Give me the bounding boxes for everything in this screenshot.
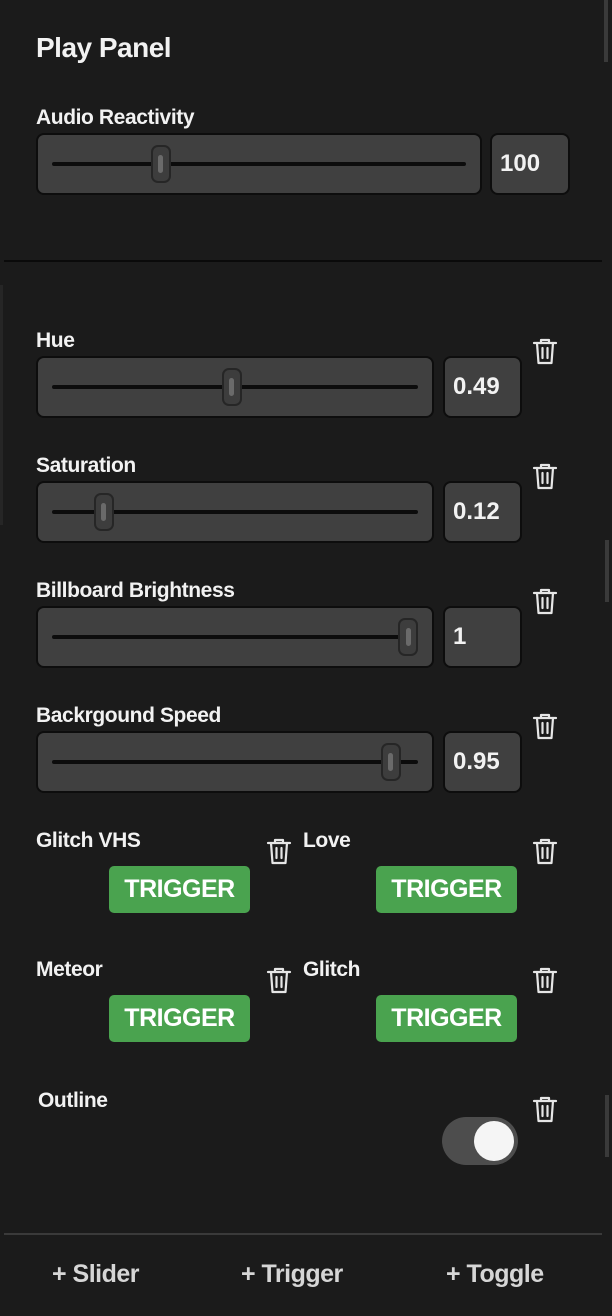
slider-track (52, 635, 418, 639)
slider-thumb[interactable] (93, 493, 114, 531)
trash-icon[interactable] (532, 462, 558, 490)
glitch-trigger-button[interactable]: TRIGGER (376, 995, 517, 1042)
panel-title: Play Panel (36, 32, 172, 63)
slider-track (52, 162, 466, 166)
glitch-vhs-trigger-button[interactable]: TRIGGER (109, 866, 250, 913)
hue-label: Hue (36, 329, 75, 352)
trash-icon[interactable] (532, 837, 558, 865)
love-label: Love (303, 829, 351, 852)
saturation-slider[interactable] (36, 481, 434, 543)
background-speed-value[interactable]: 0.95 (443, 731, 522, 793)
audio-reactivity-value[interactable]: 100 (490, 133, 570, 195)
love-trigger-button[interactable]: TRIGGER (376, 866, 517, 913)
background-speed-slider[interactable] (36, 731, 434, 793)
footer-divider (4, 1233, 602, 1235)
billboard-brightness-slider[interactable] (36, 606, 434, 668)
saturation-value[interactable]: 0.12 (443, 481, 522, 543)
left-edge-marker (0, 285, 3, 525)
saturation-label: Saturation (36, 454, 136, 477)
slider-thumb[interactable] (150, 145, 171, 183)
slider-thumb[interactable] (398, 618, 418, 656)
trash-icon[interactable] (532, 587, 558, 615)
background-speed-label: Backrgound Speed (36, 704, 221, 727)
meteor-trigger-button[interactable]: TRIGGER (109, 995, 250, 1042)
audio-reactivity-label: Audio Reactivity (36, 106, 195, 129)
glitch-label: Glitch (303, 958, 361, 981)
trash-icon[interactable] (532, 1095, 558, 1123)
outline-toggle[interactable] (442, 1117, 518, 1165)
trash-icon[interactable] (266, 837, 292, 865)
scrollbar-low[interactable] (605, 1095, 609, 1157)
trash-icon[interactable] (532, 337, 558, 365)
trash-icon[interactable] (532, 712, 558, 740)
toggle-knob (474, 1121, 514, 1161)
trash-icon[interactable] (266, 966, 292, 994)
add-trigger-button[interactable]: + Trigger (241, 1260, 343, 1289)
section-divider (4, 260, 602, 262)
billboard-brightness-label: Billboard Brightness (36, 579, 235, 602)
scrollbar-top[interactable] (604, 0, 608, 62)
scrollbar-mid[interactable] (605, 540, 609, 602)
slider-thumb[interactable] (221, 368, 242, 406)
audio-reactivity-slider[interactable] (36, 133, 482, 195)
trash-icon[interactable] (532, 966, 558, 994)
meteor-label: Meteor (36, 958, 103, 981)
billboard-brightness-value[interactable]: 1 (443, 606, 522, 668)
add-toggle-button[interactable]: + Toggle (446, 1260, 544, 1289)
glitch-vhs-label: Glitch VHS (36, 829, 141, 852)
slider-thumb[interactable] (380, 743, 401, 781)
outline-label: Outline (38, 1089, 108, 1112)
add-slider-button[interactable]: + Slider (52, 1260, 140, 1289)
hue-value[interactable]: 0.49 (443, 356, 522, 418)
slider-track (52, 760, 418, 764)
hue-slider[interactable] (36, 356, 434, 418)
